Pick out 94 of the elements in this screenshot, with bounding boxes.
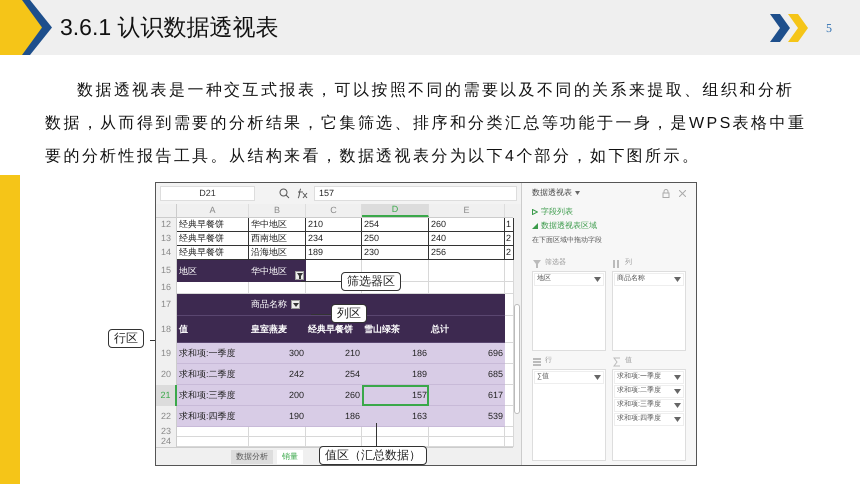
table-cell: 234 xyxy=(306,232,362,246)
slide-title: 3.6.1 认识数据透视表 xyxy=(60,13,279,42)
table-cell: 地区 xyxy=(177,260,249,282)
scrollbar-thumb[interactable] xyxy=(514,304,520,414)
formula-field[interactable]: 157 xyxy=(314,186,517,201)
table-cell xyxy=(177,282,249,294)
panel-section-toggle[interactable]: 数据透视表区域 xyxy=(541,220,597,232)
table-cell xyxy=(249,282,306,294)
table-cell xyxy=(505,343,514,364)
table-cell xyxy=(306,427,362,437)
table-cell: 求和项:四季度 xyxy=(177,406,249,427)
table-cell: 2 xyxy=(505,232,514,246)
pivot-header-cell: 值 xyxy=(177,316,249,343)
sheet-tab[interactable]: 数据分析 xyxy=(231,450,273,464)
table-cell: 539 xyxy=(429,406,505,427)
body-paragraph: 数据透视表是一种交互式报表，可以按照不同的需要以及不同的关系来提取、组织和分析数据，从而得到需要的分析结果，它集筛选、排序和分类汇总等功能于一身，是WPS表格中重要的分析性报告工具。从结构来看，数据透视表分为以下4个部分，如下图所示。 xyxy=(45,80,808,167)
table-cell: 经典早餐饼 xyxy=(177,232,249,246)
table-cell: 254 xyxy=(306,364,362,385)
column-header[interactable]: E xyxy=(429,204,505,217)
column-header[interactable]: B xyxy=(249,204,306,217)
table-cell: 250 xyxy=(362,232,429,246)
column-header[interactable]: A xyxy=(177,204,249,217)
filter-button[interactable] xyxy=(295,271,304,280)
rows-icon xyxy=(532,356,542,366)
table-cell xyxy=(505,427,514,437)
table-cell: 200 xyxy=(249,385,306,406)
function-icon[interactable] xyxy=(296,188,308,199)
table-cell xyxy=(505,294,514,316)
table-cell: 685 xyxy=(429,364,505,385)
cell-text: 商品名称 xyxy=(251,300,287,309)
table-cell xyxy=(505,364,514,385)
callout-label: 行区 xyxy=(108,329,144,348)
column-header[interactable]: D xyxy=(362,204,429,217)
table-cell: 242 xyxy=(249,364,306,385)
dropdown-button[interactable] xyxy=(291,300,300,309)
table-cell: 经典早餐饼 xyxy=(177,218,249,232)
filter-icon xyxy=(532,258,542,268)
dropdown-caret-icon[interactable] xyxy=(575,191,580,195)
table-cell: 189 xyxy=(306,246,362,260)
expanded-triangle-icon[interactable] xyxy=(532,223,538,229)
leader-line xyxy=(311,314,331,315)
table-cell: 求和项:二季度 xyxy=(177,364,249,385)
panel-section-toggle[interactable]: 字段列表 xyxy=(541,206,573,218)
table-cell: 189 xyxy=(362,364,429,385)
row-header[interactable]: 21 xyxy=(156,385,177,406)
table-cell: 沿海地区 xyxy=(249,246,306,260)
pivot-header-cell: 雪山绿茶 xyxy=(362,316,429,343)
sigma-icon xyxy=(612,356,622,366)
table-cell: 240 xyxy=(429,232,505,246)
callout-label: 值区（汇总数据） xyxy=(319,446,427,465)
table-cell: 190 xyxy=(249,406,306,427)
table-cell xyxy=(505,406,514,427)
sheet-tab[interactable]: 销量 xyxy=(277,450,303,464)
columns-icon xyxy=(612,258,622,268)
page-number: 5 xyxy=(826,20,832,36)
table-cell: 163 xyxy=(362,406,429,427)
table-cell xyxy=(505,260,514,282)
pivot-header-cell: 皇室燕麦 xyxy=(249,316,306,343)
table-cell: 230 xyxy=(362,246,429,260)
table-cell: 2 xyxy=(505,246,514,260)
table-cell xyxy=(249,427,306,437)
table-cell: 300 xyxy=(249,343,306,364)
leader-line xyxy=(301,281,341,282)
table-cell: 求和项:三季度 xyxy=(177,385,249,406)
table-cell: 西南地区 xyxy=(249,232,306,246)
table-cell: 254 xyxy=(362,218,429,232)
callout-label: 筛选器区 xyxy=(341,272,401,291)
callout-label: 列区 xyxy=(331,304,367,323)
table-cell xyxy=(505,282,514,294)
table-cell xyxy=(505,316,514,343)
table-cell: 210 xyxy=(306,218,362,232)
table-cell xyxy=(505,385,514,406)
table-cell xyxy=(362,427,429,437)
table-cell: 186 xyxy=(362,343,429,364)
table-cell: 260 xyxy=(306,385,362,406)
table-cell xyxy=(177,427,249,437)
pivot-header-cell: 总计 xyxy=(429,316,505,343)
zoom-icon[interactable] xyxy=(279,188,290,199)
table-cell: 617 xyxy=(429,385,505,406)
table-cell: 华中地区 xyxy=(249,218,306,232)
cell-text: 华中地区 xyxy=(251,266,287,276)
table-cell: 求和项:一季度 xyxy=(177,343,249,364)
name-box[interactable]: D21 xyxy=(160,186,255,201)
table-cell: 696 xyxy=(429,343,505,364)
table-cell: 经典早餐饼 xyxy=(177,246,249,260)
leader-line xyxy=(376,423,377,446)
table-cell: 210 xyxy=(306,343,362,364)
panel-title[interactable]: 数据透视表 xyxy=(532,187,572,199)
table-cell: 256 xyxy=(429,246,505,260)
table-cell: 186 xyxy=(306,406,362,427)
table-cell: 157 xyxy=(362,385,429,406)
table-cell: 1 xyxy=(505,218,514,232)
collapsed-triangle-icon[interactable] xyxy=(532,209,538,215)
table-cell: 260 xyxy=(429,218,505,232)
